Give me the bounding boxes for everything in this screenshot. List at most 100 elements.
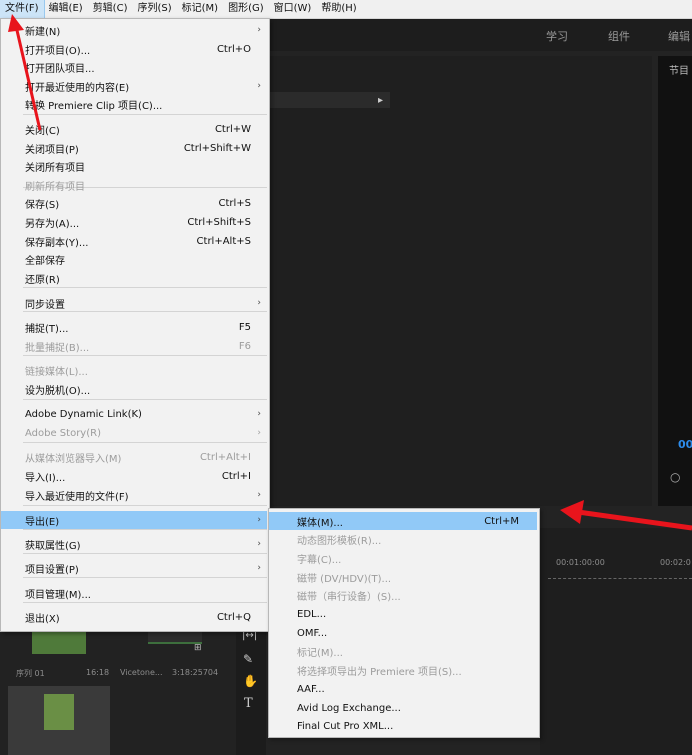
menu-item-label: 媒体(M)...: [297, 517, 343, 529]
timeline-ruler[interactable]: [548, 574, 692, 579]
file-menu-item[interactable]: 打开团队项目...: [1, 58, 267, 76]
menu-item-label: 退出(X): [25, 613, 60, 625]
hand-tool-icon[interactable]: ✋: [243, 674, 258, 688]
menu-item-label: OMF...: [297, 627, 328, 639]
export-menu-item[interactable]: Final Cut Pro XML...: [269, 718, 537, 736]
menu-item-label: 导入(I)...: [25, 472, 66, 484]
menu-separator: [23, 442, 267, 443]
export-menu-item: 标记(M)...: [269, 643, 537, 661]
file-menu-item[interactable]: 捕捉(T)... F5: [1, 318, 267, 336]
submenu-chevron-icon: ›: [257, 25, 261, 35]
menu-item-label: 保存副本(Y)...: [25, 237, 89, 249]
menu-separator: [23, 399, 267, 400]
menu-item-label: 全部保存: [25, 255, 65, 267]
menu-graphics[interactable]: 图形(G): [223, 0, 269, 18]
file-menu-item[interactable]: 新建(N) ›: [1, 21, 267, 39]
workspace-tab-edit[interactable]: 编辑: [668, 28, 690, 44]
menu-item-label: 关闭项目(P): [25, 144, 79, 156]
menu-item-label: 标记(M)...: [297, 648, 343, 660]
file-menu-item[interactable]: 关闭所有项目: [1, 157, 267, 175]
menu-item-label: 字幕(C)...: [297, 554, 342, 566]
file-menu-item[interactable]: 保存(S) Ctrl+S: [1, 194, 267, 212]
menu-item-label: Final Cut Pro XML...: [297, 721, 394, 733]
timeline-ruler-time-2: 00:02:0: [660, 558, 691, 567]
menu-item-shortcut: Ctrl+Shift+S: [187, 216, 251, 228]
menu-separator: [23, 602, 267, 603]
menu-item-shortcut: Ctrl+I: [221, 470, 251, 482]
file-menu-item[interactable]: 打开最近使用的内容(E) ›: [1, 77, 267, 95]
menu-item-shortcut: F6: [238, 340, 251, 352]
file-menu-item[interactable]: 退出(X) Ctrl+Q: [1, 608, 267, 626]
menu-separator: [23, 287, 267, 288]
file-menu-item[interactable]: 同步设置 ›: [1, 294, 267, 312]
file-menu-item[interactable]: 导入最近使用的文件(F) ›: [1, 486, 267, 504]
submenu-chevron-icon: ›: [257, 428, 261, 438]
menu-item-shortcut: Ctrl+W: [214, 123, 251, 135]
submenu-chevron-icon: ›: [257, 539, 261, 549]
export-menu-item[interactable]: AAF...: [269, 680, 537, 698]
file-menu-item: 从媒体浏览器导入(M) Ctrl+Alt+I: [1, 448, 267, 466]
menu-item-label: 导入最近使用的文件(F): [25, 491, 129, 503]
file-menu-item[interactable]: 打开项目(O)... Ctrl+O: [1, 40, 267, 58]
file-menu-item[interactable]: 导入(I)... Ctrl+I: [1, 467, 267, 485]
file-menu-item[interactable]: 关闭(C) Ctrl+W: [1, 120, 267, 138]
file-menu-item[interactable]: 关闭项目(P) Ctrl+Shift+W: [1, 139, 267, 157]
type-tool-icon[interactable]: T: [244, 696, 253, 711]
menu-item-label: 打开团队项目...: [25, 63, 95, 75]
menu-item-label: 磁带 (DV/HDV)(T)...: [297, 573, 392, 585]
export-menu-item[interactable]: OMF...: [269, 624, 537, 642]
export-menu-item: 字幕(C)...: [269, 549, 537, 567]
workspace-tab-assembly[interactable]: 组件: [608, 28, 630, 44]
file-menu-item[interactable]: 转换 Premiere Clip 项目(C)...: [1, 95, 267, 113]
submenu-chevron-icon: ›: [257, 81, 261, 91]
submenu-chevron-icon: ›: [257, 298, 261, 308]
export-menu-item[interactable]: 媒体(M)... Ctrl+M: [269, 512, 537, 530]
menu-item-label: 捕捉(T)...: [25, 323, 69, 335]
menu-item-label: 保存(S): [25, 199, 60, 211]
menu-edit[interactable]: 编辑(E): [44, 0, 88, 18]
menu-separator: [23, 355, 267, 356]
menu-item-label: 导出(E): [25, 516, 60, 528]
export-menu-item: 动态图形模板(R)...: [269, 531, 537, 549]
workspace-tab-learn[interactable]: 学习: [546, 28, 568, 44]
menu-markers[interactable]: 标记(M): [177, 0, 223, 18]
menu-item-label: 打开最近使用的内容(E): [25, 82, 130, 94]
menu-help[interactable]: 帮助(H): [316, 0, 361, 18]
file-menu-item[interactable]: 另存为(A)... Ctrl+Shift+S: [1, 213, 267, 231]
program-timecode: 00: [678, 438, 692, 451]
menu-item-label: 刷新所有项目: [25, 181, 85, 193]
export-menu-item[interactable]: Avid Log Exchange...: [269, 699, 537, 717]
menu-item-label: AAF...: [297, 683, 325, 695]
menu-file[interactable]: 文件(F): [0, 0, 45, 19]
file-menu-item[interactable]: 全部保存: [1, 250, 267, 268]
menu-item-label: Avid Log Exchange...: [297, 702, 401, 714]
export-menu-item[interactable]: EDL...: [269, 606, 537, 624]
file-menu-item[interactable]: Adobe Dynamic Link(K) ›: [1, 405, 267, 423]
menu-item-label: 项目管理(M)...: [25, 589, 91, 601]
export-submenu: 媒体(M)... Ctrl+M 动态图形模板(R)... 字幕(C)... 磁带 (DV…: [268, 508, 540, 738]
menu-item-shortcut: Ctrl+Alt+S: [196, 235, 251, 247]
thumb-duration-clip: 3:18:25704: [172, 668, 219, 677]
file-menu-item[interactable]: 项目管理(M)...: [1, 584, 267, 602]
submenu-chevron-icon: ›: [257, 563, 261, 573]
menu-bar: 文件(F) 编辑(E) 剪辑(C) 序列(S) 标记(M) 图形(G) 窗口(W…: [0, 0, 692, 19]
pen-tool-icon[interactable]: ✎: [243, 652, 253, 666]
menu-item-label: EDL...: [297, 609, 327, 620]
file-menu-item[interactable]: 还原(R): [1, 269, 267, 287]
menu-item-label: 打开项目(O)...: [25, 45, 91, 57]
file-menu-item[interactable]: 保存副本(Y)... Ctrl+Alt+S: [1, 232, 267, 250]
menu-clip[interactable]: 剪辑(C): [88, 0, 133, 18]
menu-window[interactable]: 窗口(W): [269, 0, 317, 18]
file-menu-item[interactable]: 项目设置(P) ›: [1, 559, 267, 577]
menu-sequence[interactable]: 序列(S): [132, 0, 176, 18]
panel-menu-arrow-icon[interactable]: ▸: [378, 95, 383, 106]
playhead-icon[interactable]: ○: [670, 470, 680, 484]
file-menu-item[interactable]: 设为脱机(O)...: [1, 380, 267, 398]
menu-item-label: 磁带（串行设备）(S)...: [297, 592, 401, 604]
menu-item-label: 转换 Premiere Clip 项目(C)...: [25, 100, 163, 112]
file-menu-item[interactable]: 获取属性(G) ›: [1, 535, 267, 553]
menu-separator: [23, 114, 267, 115]
file-menu-item[interactable]: 导出(E) ›: [1, 511, 267, 529]
menu-item-label: 同步设置: [25, 299, 65, 311]
menu-item-label: 将选择项导出为 Premiere 项目(S)...: [297, 667, 462, 679]
